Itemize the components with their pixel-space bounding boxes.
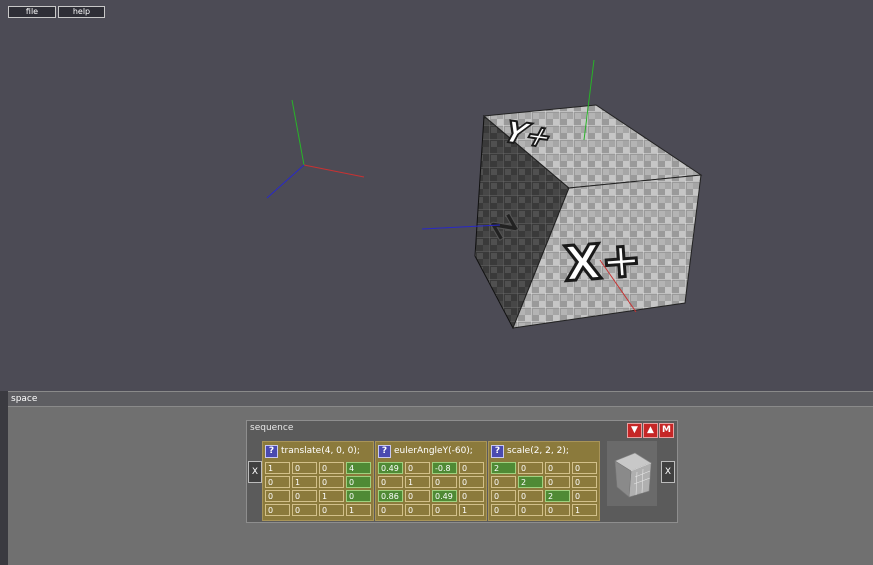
op-scale[interactable]: ? scale(2, 2, 2); 2000020000200001 [488,441,600,521]
op-label[interactable]: eulerAngleY(-60); [394,446,473,456]
matrix-cell[interactable]: 0.49 [378,462,403,474]
matrix-cell[interactable]: 4 [346,462,371,474]
gizmo-y-axis [291,99,305,166]
space-panel: space sequence ▼ ▲ M X ? translate(4, 0,… [8,391,873,565]
matrix-cell[interactable]: 1 [292,476,317,488]
matrix-cell[interactable]: 0 [518,462,543,474]
matrix-cell[interactable]: 0 [265,504,290,516]
remove-right-button[interactable]: X [661,461,675,483]
world-axis-gizmo [266,99,365,199]
matrix-cell[interactable]: 0 [265,490,290,502]
matrix-cell[interactable]: 0 [292,504,317,516]
matrix-cell[interactable]: 0 [572,490,597,502]
op-translate[interactable]: ? translate(4, 0, 0); 1004010000100001 [262,441,374,521]
help-icon[interactable]: ? [378,444,391,458]
menu-bar: file help [8,6,105,18]
gizmo-x-axis [303,164,365,178]
matrix-cell[interactable]: 0 [518,490,543,502]
matrix-cell[interactable]: 0 [432,504,457,516]
matrix-cell[interactable]: 2 [518,476,543,488]
sequence-node[interactable]: sequence ▼ ▲ M X ? translate(4, 0, 0); 1… [246,420,678,523]
cube-thumbnail-icon [607,441,657,506]
op-label[interactable]: translate(4, 0, 0); [281,446,360,456]
matrix-cell[interactable]: 0 [545,504,570,516]
textured-cube[interactable]: Y+ X+ Z [474,104,703,330]
matrix-cell[interactable]: 0 [319,476,344,488]
matrix-cell[interactable]: 1 [319,490,344,502]
matrix-cell[interactable]: 1 [405,476,430,488]
op-euler-angle-y[interactable]: ? eulerAngleY(-60); 0.49 0 -0.8 0 0 1 0 0 0.86 0 0… [375,441,487,521]
matrix-cell[interactable]: 0 [265,476,290,488]
matrix-cell[interactable]: 0 [459,462,484,474]
op-label[interactable]: scale(2, 2, 2); [507,446,569,456]
menu-file[interactable]: file [8,6,56,18]
move-down-button[interactable]: ▼ [627,423,642,438]
move-up-button[interactable]: ▲ [643,423,658,438]
matrix-cell[interactable]: 0 [572,476,597,488]
matrix-cell[interactable]: 0 [405,504,430,516]
matrix-cell[interactable]: 0 [405,462,430,474]
help-icon[interactable]: ? [491,444,504,458]
remove-left-button[interactable]: X [248,461,262,483]
matrix-cell[interactable]: 0 [346,490,371,502]
matrix-cell[interactable]: 1 [572,504,597,516]
matrix-cell[interactable]: 1 [459,504,484,516]
matrix-cell[interactable]: 0 [292,462,317,474]
matrix-cell[interactable]: 0 [319,462,344,474]
gizmo-z-axis [266,164,305,199]
sequence-title: sequence [250,423,294,433]
matrix-grid: 0.49 0 -0.8 0 0 1 0 0 0.86 0 0.49 0 0 0 0 1 [378,462,484,516]
matrix-cell[interactable]: 0 [491,476,516,488]
3d-viewport[interactable]: Y+ X+ Z file help [0,0,873,391]
matrix-grid: 2000020000200001 [491,462,597,516]
matrix-cell[interactable]: 0 [319,504,344,516]
matrix-cell[interactable]: 0 [292,490,317,502]
matrix-cell[interactable]: 2 [545,490,570,502]
matrix-cell[interactable]: 0.49 [432,490,457,502]
scene-canvas[interactable]: Y+ X+ Z [0,0,873,391]
matrix-cell[interactable]: 0 [459,476,484,488]
panel-title: space [8,391,873,407]
menu-m-button[interactable]: M [659,423,674,438]
cube-front-label: X+ [562,231,643,292]
matrix-cell[interactable]: 0 [459,490,484,502]
matrix-cell[interactable]: 0 [545,476,570,488]
matrix-cell[interactable]: -0.8 [432,462,457,474]
matrix-cell[interactable]: 0 [432,476,457,488]
matrix-cell[interactable]: 0 [545,462,570,474]
matrix-cell[interactable]: 0 [491,504,516,516]
menu-help[interactable]: help [58,6,105,18]
matrix-cell[interactable]: 0 [491,490,516,502]
matrix-cell[interactable]: 0 [378,504,403,516]
matrix-cell[interactable]: 0 [346,476,371,488]
matrix-cell[interactable]: 0 [378,476,403,488]
matrix-cell[interactable]: 0.86 [378,490,403,502]
matrix-cell[interactable]: 0 [518,504,543,516]
matrix-cell[interactable]: 0 [405,490,430,502]
matrix-cell[interactable]: 2 [491,462,516,474]
left-gutter [0,391,8,565]
matrix-cell[interactable]: 1 [265,462,290,474]
matrix-grid: 1004010000100001 [265,462,371,516]
matrix-cell[interactable]: 0 [572,462,597,474]
matrix-cell[interactable]: 1 [346,504,371,516]
help-icon[interactable]: ? [265,444,278,458]
